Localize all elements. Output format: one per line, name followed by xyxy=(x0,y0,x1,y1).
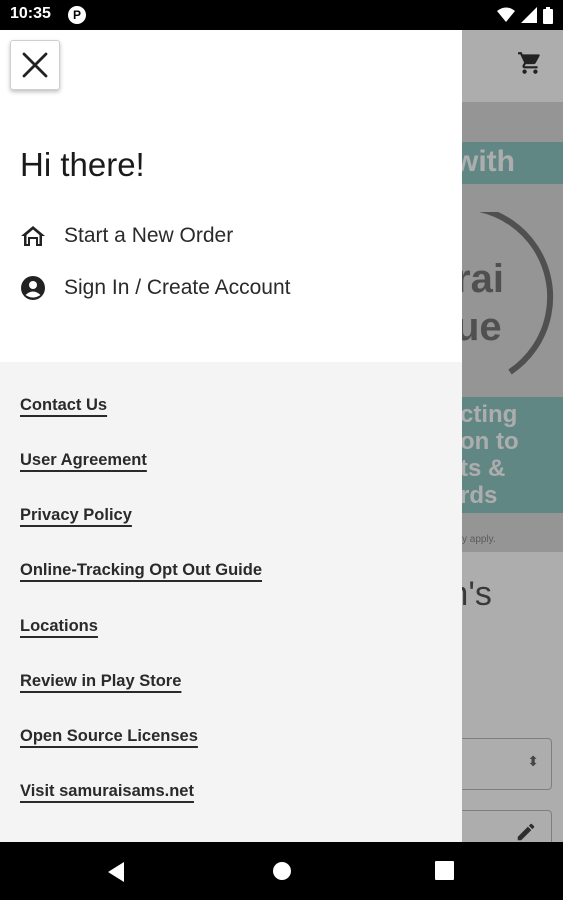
link-privacy-policy[interactable]: Privacy Policy xyxy=(20,506,132,525)
link-opt-out-guide[interactable]: Online-Tracking Opt Out Guide xyxy=(20,561,262,580)
back-icon[interactable] xyxy=(106,861,126,883)
drawer-header: Hi there! Start a New Order Sign In / Cr… xyxy=(0,30,462,362)
wifi-icon xyxy=(497,7,515,22)
battery-icon xyxy=(543,6,553,24)
link-review-play-store[interactable]: Review in Play Store xyxy=(20,672,181,691)
sign-in-button[interactable]: Sign In / Create Account xyxy=(20,273,290,303)
link-open-source-licenses[interactable]: Open Source Licenses xyxy=(20,727,198,746)
status-time: 10:35 xyxy=(10,5,51,22)
system-nav-bar xyxy=(0,842,563,900)
recents-icon[interactable] xyxy=(435,861,454,880)
navigation-drawer: Hi there! Start a New Order Sign In / Cr… xyxy=(0,30,462,842)
link-visit-website[interactable]: Visit samuraisams.net xyxy=(20,782,194,801)
greeting-heading: Hi there! xyxy=(20,146,145,183)
home-circle-icon[interactable] xyxy=(272,861,292,881)
notification-app-icon: P xyxy=(68,6,86,24)
close-icon xyxy=(22,52,48,78)
signal-icon xyxy=(521,7,537,23)
link-locations[interactable]: Locations xyxy=(20,617,98,636)
start-new-order-label: Start a New Order xyxy=(64,224,234,247)
link-contact-us[interactable]: Contact Us xyxy=(20,396,107,415)
sign-in-label: Sign In / Create Account xyxy=(64,276,291,299)
start-new-order-button[interactable]: Start a New Order xyxy=(20,221,233,251)
status-bar: 10:35 P xyxy=(0,0,563,30)
close-button[interactable] xyxy=(10,40,60,90)
status-icons xyxy=(497,6,553,24)
account-circle-icon xyxy=(20,275,46,301)
link-user-agreement[interactable]: User Agreement xyxy=(20,451,147,470)
home-icon xyxy=(20,223,46,249)
